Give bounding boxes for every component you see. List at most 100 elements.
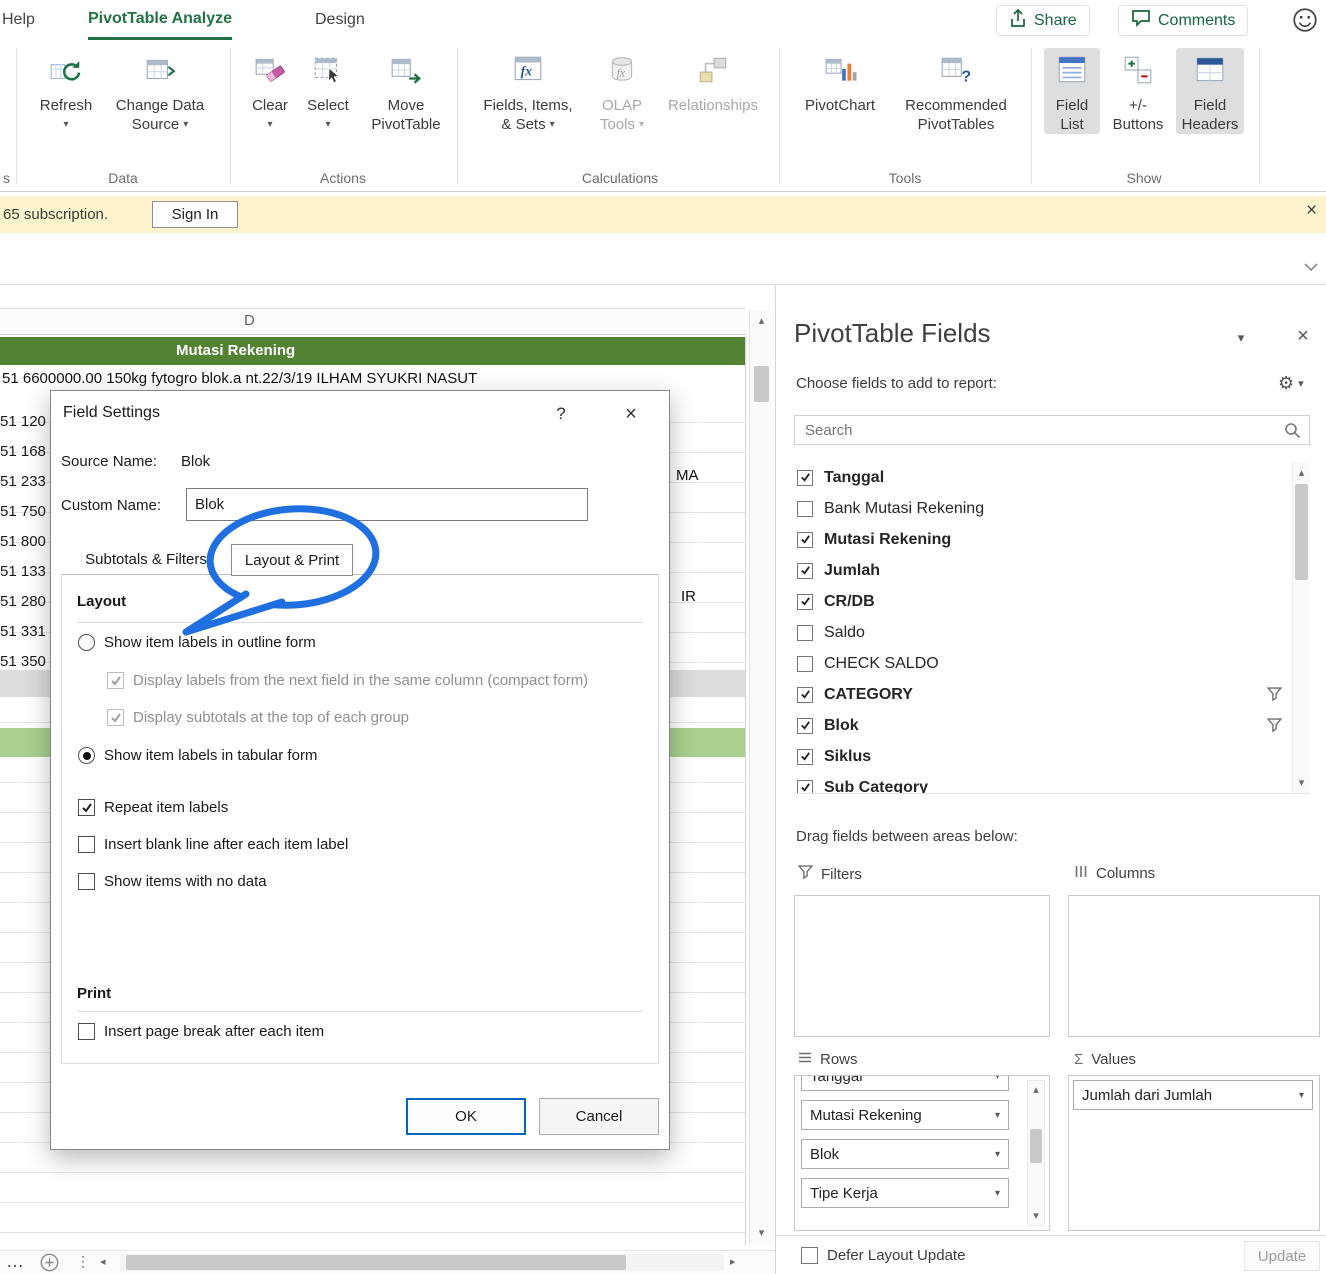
column-header-d[interactable]: D xyxy=(244,312,255,329)
scroll-down-icon[interactable]: ▾ xyxy=(1293,774,1310,792)
defer-layout-checkbox[interactable] xyxy=(801,1247,818,1264)
cell-fragment[interactable]: 51 168 xyxy=(0,443,50,465)
horizontal-scroll-thumb[interactable] xyxy=(126,1255,626,1270)
dialog-close-icon[interactable]: × xyxy=(616,401,646,427)
notification-close-icon[interactable]: × xyxy=(1306,200,1317,222)
field-row-sub-category[interactable]: Sub Category xyxy=(794,772,1310,793)
checkbox-repeat-labels[interactable] xyxy=(78,799,95,816)
radio-tabular[interactable] xyxy=(78,747,95,764)
fields-items-sets-button[interactable]: fx Fields, Items, & Sets ▾ xyxy=(468,48,588,134)
pane-tools[interactable]: ⚙ ▾ xyxy=(1278,373,1304,394)
pivotchart-button[interactable]: PivotChart xyxy=(792,48,888,115)
dropdown-arrow-icon[interactable]: ▾ xyxy=(995,1110,1000,1121)
share-button[interactable]: Share xyxy=(996,5,1090,36)
rows-item-blok[interactable]: Blok ▾ xyxy=(801,1139,1009,1169)
field-checkbox[interactable] xyxy=(797,655,813,672)
rows-item-tipe-kerja[interactable]: Tipe Kerja ▾ xyxy=(801,1178,1009,1208)
cell-fragment[interactable]: 51 233 xyxy=(0,473,50,495)
checkbox-blank-line[interactable] xyxy=(78,836,95,853)
table-header-row[interactable]: Mutasi Rekening xyxy=(0,337,746,365)
tab-help[interactable]: Help xyxy=(2,0,35,40)
field-checkbox[interactable] xyxy=(797,562,813,579)
column-headers[interactable]: D xyxy=(0,308,746,335)
cell-row-text[interactable]: 51 6600000.00 150kg fytogro blok.a nt.22… xyxy=(2,370,746,387)
field-checkbox[interactable] xyxy=(797,531,813,548)
scroll-up-icon[interactable]: ▴ xyxy=(750,312,773,330)
sign-in-button[interactable]: Sign In xyxy=(152,201,238,228)
option-repeat-labels[interactable]: Repeat item labels xyxy=(78,799,228,816)
values-item-jumlah[interactable]: Jumlah dari Jumlah ▾ xyxy=(1073,1080,1313,1110)
dialog-help-icon[interactable]: ? xyxy=(546,401,576,427)
field-row-jumlah[interactable]: Jumlah xyxy=(794,555,1310,586)
checkbox-page-break[interactable] xyxy=(78,1023,95,1040)
gear-dropdown-icon[interactable]: ▾ xyxy=(1298,377,1304,390)
tab-layout-print[interactable]: Layout & Print xyxy=(231,544,353,576)
custom-name-input[interactable] xyxy=(186,488,588,521)
cell-fragment[interactable]: 51 120 xyxy=(0,413,50,435)
scroll-down-icon[interactable]: ▾ xyxy=(750,1224,773,1242)
scroll-left-icon[interactable]: ◂ xyxy=(100,1255,106,1268)
field-row-mutasi-rekening[interactable]: Mutasi Rekening xyxy=(794,524,1310,555)
field-row-category[interactable]: CATEGORY xyxy=(794,679,1310,710)
tab-pivottable-analyze[interactable]: PivotTable Analyze xyxy=(88,0,233,40)
rows-item-tanggal[interactable]: Tanggal ▾ xyxy=(801,1076,1009,1091)
list-scroll-thumb[interactable] xyxy=(1295,484,1308,580)
select-button[interactable]: Select ▾ xyxy=(300,48,356,134)
columns-drop-area[interactable] xyxy=(1068,895,1320,1037)
pane-options-chevron-icon[interactable]: ▾ xyxy=(1228,325,1254,351)
pane-close-icon[interactable]: × xyxy=(1290,323,1316,349)
ok-button[interactable]: OK xyxy=(406,1098,526,1135)
rows-scrollbar[interactable]: ▴ ▾ xyxy=(1027,1080,1045,1226)
new-sheet-icon[interactable] xyxy=(40,1253,59,1274)
cell-fragment[interactable]: 51 800 xyxy=(0,533,50,555)
field-checkbox[interactable] xyxy=(797,779,813,793)
divider-dots-icon[interactable]: ⋮ xyxy=(76,1253,90,1270)
values-drop-area[interactable]: Jumlah dari Jumlah ▾ xyxy=(1068,1075,1320,1231)
option-tabular-form[interactable]: Show item labels in tabular form xyxy=(78,747,317,764)
plus-minus-buttons-toggle[interactable]: +/- Buttons xyxy=(1106,48,1170,134)
field-row-check-saldo[interactable]: CHECK SALDO xyxy=(794,648,1310,679)
expand-chevron-icon[interactable] xyxy=(1303,259,1319,277)
comments-button[interactable]: Comments xyxy=(1118,5,1249,36)
field-row-crdb[interactable]: CR/DB xyxy=(794,586,1310,617)
rows-item-mutasi-rekening[interactable]: Mutasi Rekening ▾ xyxy=(801,1100,1009,1130)
cancel-button[interactable]: Cancel xyxy=(539,1098,659,1135)
filter-icon[interactable] xyxy=(1266,687,1283,706)
field-checkbox[interactable] xyxy=(797,500,813,517)
option-outline-form[interactable]: Show item labels in outline form xyxy=(78,634,316,651)
rows-scroll-thumb[interactable] xyxy=(1030,1129,1042,1163)
field-row-saldo[interactable]: Saldo xyxy=(794,617,1310,648)
field-row-bank-mutasi[interactable]: Bank Mutasi Rekening xyxy=(794,493,1310,524)
cell-fragment[interactable]: 51 750 xyxy=(0,503,50,525)
field-checkbox[interactable] xyxy=(797,624,813,641)
field-checkbox[interactable] xyxy=(797,717,813,734)
horizontal-scrollbar[interactable] xyxy=(120,1254,724,1271)
scroll-up-icon[interactable]: ▴ xyxy=(1028,1081,1044,1099)
cell-fragment[interactable]: IR xyxy=(681,588,696,605)
recommended-pivottables-button[interactable]: ? Recommended PivotTables xyxy=(892,48,1020,134)
gear-icon[interactable]: ⚙ xyxy=(1278,373,1294,394)
field-list-scrollbar[interactable]: ▴ ▾ xyxy=(1292,462,1310,793)
scroll-up-icon[interactable]: ▴ xyxy=(1293,464,1310,482)
search-input[interactable] xyxy=(803,417,1273,443)
cell-fragment[interactable]: 51 133 xyxy=(0,563,50,585)
field-checkbox[interactable] xyxy=(797,748,813,765)
option-no-data[interactable]: Show items with no data xyxy=(78,873,267,890)
tab-design[interactable]: Design xyxy=(315,0,365,40)
dropdown-arrow-icon[interactable]: ▾ xyxy=(1299,1090,1304,1101)
change-data-source-button[interactable]: Change Data Source ▾ xyxy=(102,48,218,134)
field-checkbox[interactable] xyxy=(797,686,813,703)
field-row-blok[interactable]: Blok xyxy=(794,710,1310,741)
cell-fragment[interactable]: 51 331 xyxy=(0,623,50,645)
option-page-break[interactable]: Insert page break after each item xyxy=(78,1023,324,1040)
sheet-tabs-ellipsis[interactable]: … xyxy=(6,1251,24,1272)
field-row-tanggal[interactable]: Tanggal xyxy=(794,462,1310,493)
vertical-scrollbar[interactable]: ▴ ▾ xyxy=(749,310,773,1244)
refresh-button[interactable]: Refresh ▾ xyxy=(34,48,98,134)
field-checkbox[interactable] xyxy=(797,469,813,486)
clear-button[interactable]: Clear ▾ xyxy=(242,48,298,134)
scroll-down-icon[interactable]: ▾ xyxy=(1028,1207,1044,1225)
move-pivottable-button[interactable]: Move PivotTable xyxy=(360,48,452,134)
cell-fragment[interactable]: 51 350 xyxy=(0,653,50,675)
dropdown-arrow-icon[interactable]: ▾ xyxy=(995,1149,1000,1160)
